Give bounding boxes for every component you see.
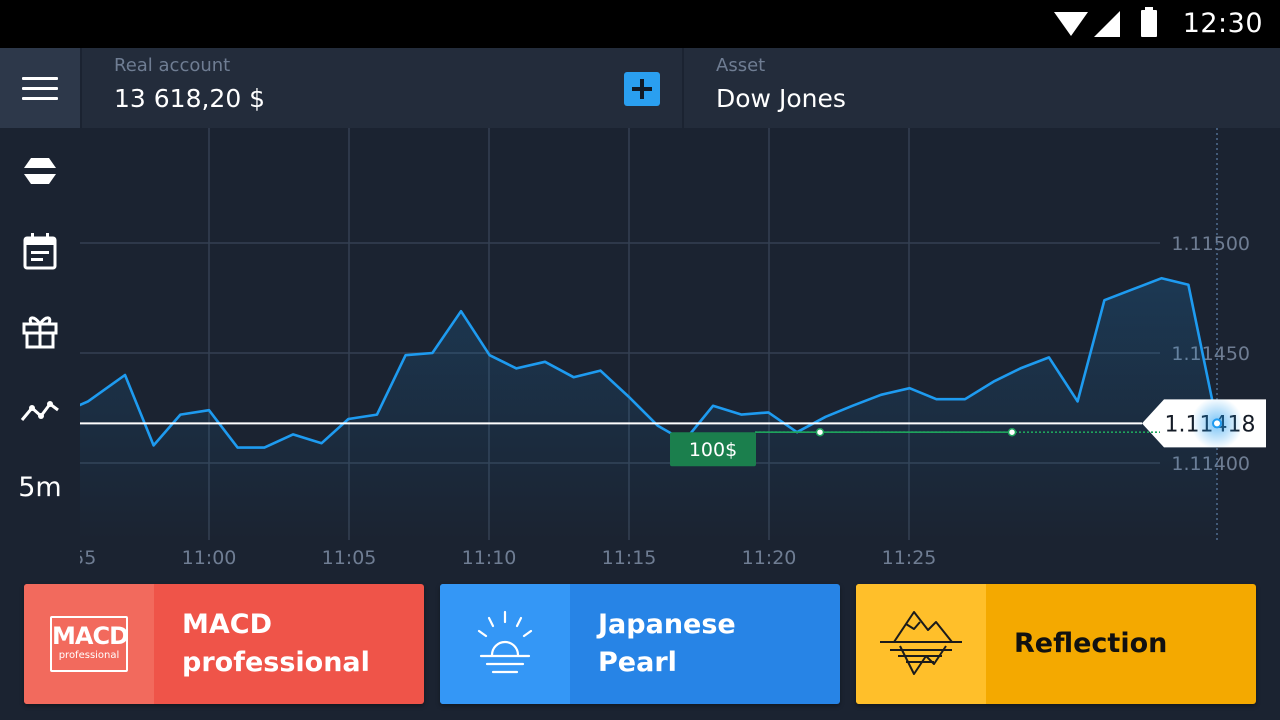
strategy-icon-box: MACD professional [24, 584, 154, 704]
header-divider [682, 48, 684, 128]
strategy-icon-box [856, 584, 986, 704]
menu-icon-bar [22, 97, 58, 100]
y-tick-label: 1.11500 [1171, 233, 1250, 255]
header-divider [80, 48, 82, 128]
add-funds-button[interactable] [624, 72, 660, 106]
price-area [80, 278, 1217, 540]
strategy-label-line2: Pearl [598, 647, 677, 678]
menu-button[interactable] [0, 48, 80, 128]
sidebar-item-gift[interactable] [0, 296, 80, 366]
strategy-label-line2: professional [182, 647, 370, 678]
signal-icon [1094, 11, 1120, 37]
strategy-card-macd[interactable]: MACD professional MACD professional [24, 584, 424, 704]
asset-selector[interactable]: Dow Jones [716, 84, 846, 113]
sidebar-item-calendar[interactable] [0, 216, 80, 286]
gift-icon [22, 316, 58, 349]
x-tick-label: 11:10 [462, 547, 517, 569]
status-bar: 12:30 [0, 0, 1280, 48]
x-tick-label: 10:55 [80, 547, 96, 569]
trade-open-point [815, 427, 825, 437]
strategy-label-line1: Reflection [1014, 628, 1168, 659]
x-tick-label: 11:15 [602, 547, 657, 569]
trade-expiry-point [1007, 427, 1017, 437]
strategy-label: MACD professional [182, 584, 412, 704]
menu-icon-bar [22, 77, 58, 80]
x-tick-label: 11:20 [742, 547, 797, 569]
timeframe-selector[interactable]: 5m [0, 472, 80, 503]
current-point [1212, 418, 1222, 429]
status-icons [1054, 7, 1157, 37]
account-label: Real account [114, 55, 231, 76]
calendar-icon [23, 233, 57, 270]
strategy-label-line1: Japanese [598, 609, 736, 640]
asset-label: Asset [716, 55, 766, 76]
strategy-label: Japanese Pearl [598, 584, 828, 704]
status-time: 12:30 [1182, 8, 1263, 39]
macd-logo-title: MACD [52, 622, 129, 650]
strategy-card-reflection[interactable]: Reflection [856, 584, 1256, 704]
mountain-reflection-icon [880, 611, 962, 675]
line-chart-icon [20, 401, 59, 421]
strategy-label: Reflection [1014, 584, 1244, 704]
sidebar-item-layers[interactable] [0, 136, 80, 206]
wifi-icon [1054, 12, 1088, 36]
sunrise-pearl-icon [477, 610, 533, 674]
layers-icon [24, 158, 56, 184]
macd-logo-icon: MACD professional [50, 616, 129, 672]
strategy-icon-box [440, 584, 570, 704]
trade-amount-label: 100$ [689, 439, 737, 461]
account-balance[interactable]: 13 618,20 $ [114, 84, 265, 113]
price-chart[interactable]: 10:55 11:00 11:05 11:10 11:15 11:20 11:25 1.115… [80, 128, 1280, 578]
x-tick-label: 11:00 [182, 547, 237, 569]
menu-icon-bar [22, 87, 58, 90]
macd-logo-subtitle: professional [58, 650, 120, 661]
x-tick-label: 11:05 [322, 547, 377, 569]
battery-icon [1141, 7, 1157, 37]
x-tick-label: 11:25 [882, 547, 937, 569]
chart-series [80, 276, 1219, 540]
strategy-card-japanese-pearl[interactable]: Japanese Pearl [440, 584, 840, 704]
strategy-label-line1: MACD [182, 609, 272, 640]
sidebar-item-chart-type[interactable] [0, 376, 80, 446]
top-header: Real account 13 618,20 $ Asset Dow Jones [0, 48, 1280, 128]
